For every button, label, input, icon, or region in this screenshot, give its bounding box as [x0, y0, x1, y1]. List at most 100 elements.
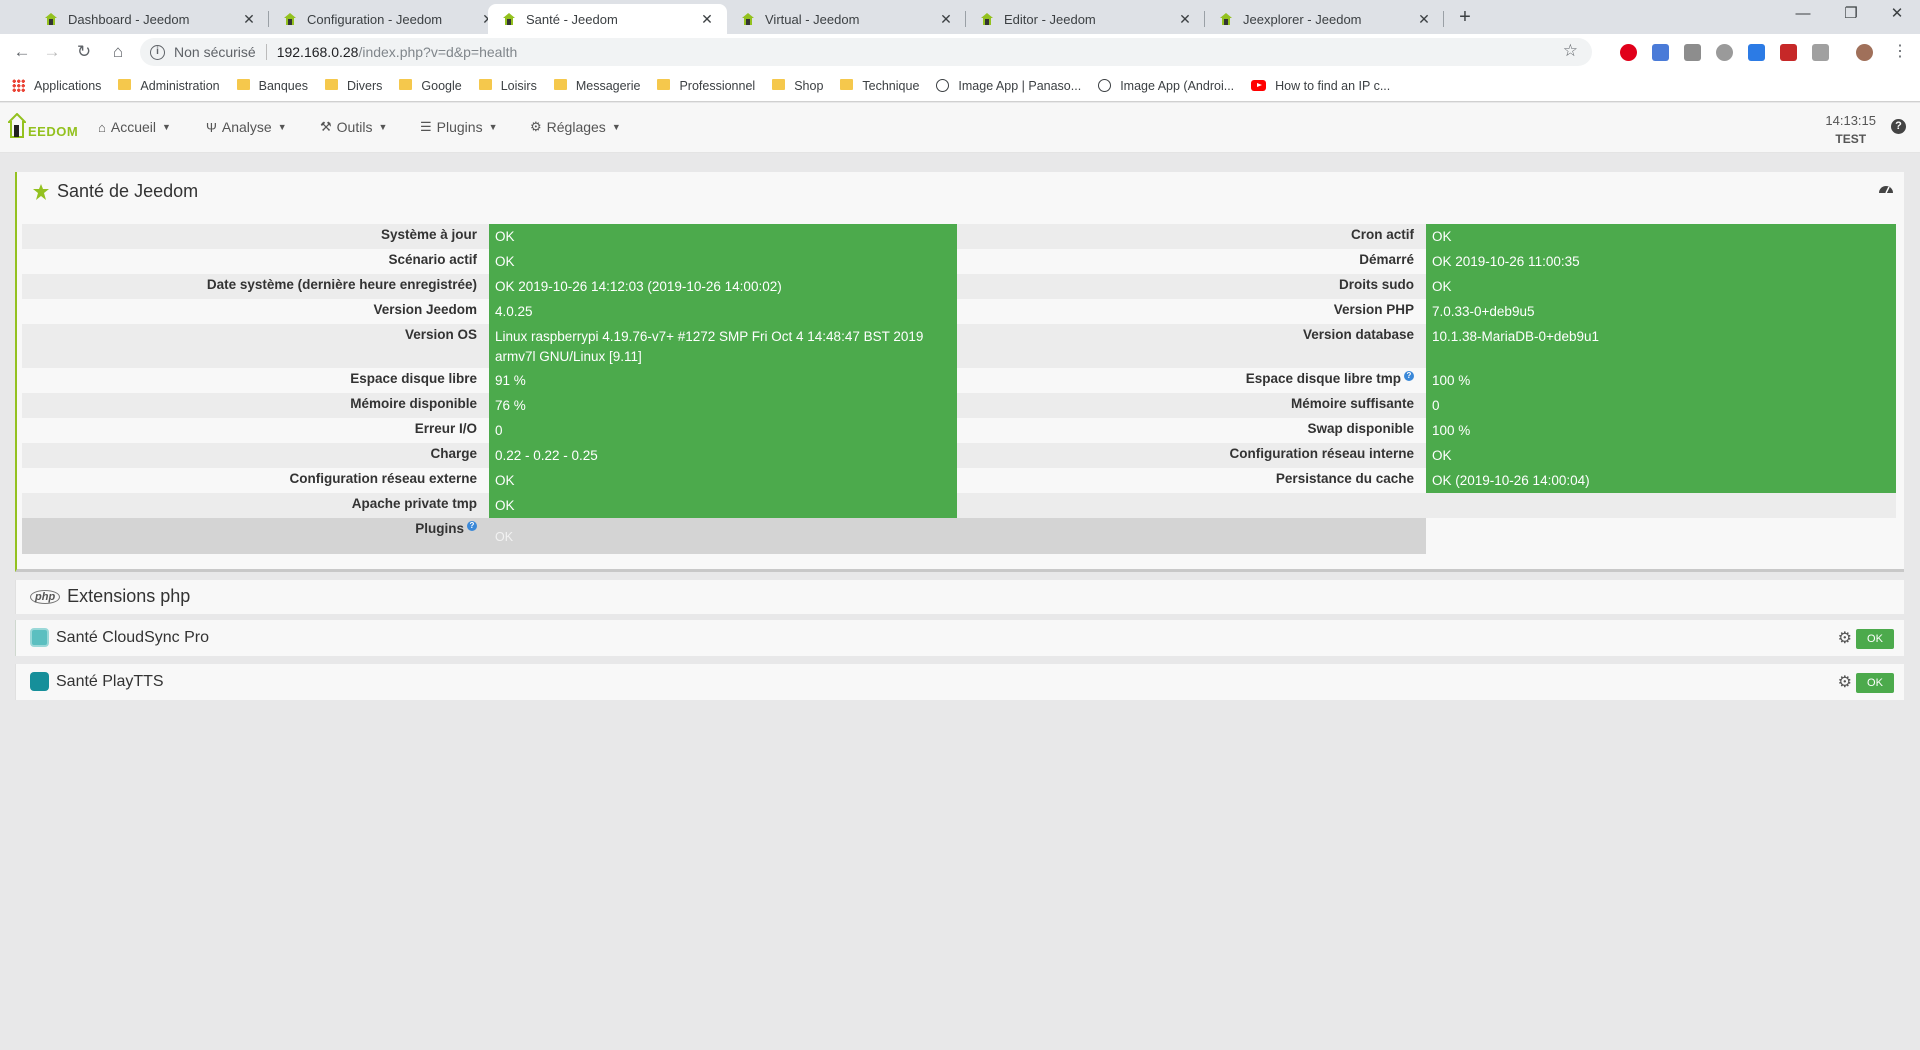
bookmark-folder[interactable]: Shop: [772, 79, 823, 93]
bookmark-label: Applications: [34, 78, 102, 93]
list-icon: ☰: [420, 119, 432, 134]
health-label: Persistance du cache: [1275, 471, 1414, 486]
bookmark-label: Administration: [140, 78, 220, 93]
health-label: Configuration réseau interne: [1229, 446, 1414, 461]
forward-arrow-icon[interactable]: →: [40, 40, 64, 64]
close-tab-icon[interactable]: ✕: [699, 11, 715, 28]
reload-icon[interactable]: ↻: [72, 40, 96, 64]
health-value: OK: [1432, 279, 1452, 294]
menu-label: Plugins: [436, 119, 483, 135]
health-value: OK: [1432, 229, 1452, 244]
help-question-icon[interactable]: ?: [467, 521, 477, 531]
site-info-icon[interactable]: i: [150, 44, 165, 60]
close-tab-icon[interactable]: ✕: [241, 11, 257, 28]
close-tab-icon[interactable]: ✕: [938, 11, 954, 28]
notification-extension-icon[interactable]: [1780, 44, 1797, 61]
health-label: Date système (dernière heure enregistrée…: [206, 277, 477, 292]
health-label: Démarré: [1359, 252, 1414, 267]
bookmark-folder[interactable]: Professionnel: [657, 79, 755, 93]
browser-tab-strip: Dashboard - Jeedom ✕ Configuration - Jee…: [0, 0, 1920, 34]
plugins-label-cell: Plugins?: [22, 521, 489, 536]
health-value: OK: [495, 254, 515, 269]
help-question-icon[interactable]: ?: [1404, 371, 1414, 381]
address-bar[interactable]: i Non sécurisé 192.168.0.28/index.php?v=…: [140, 38, 1592, 66]
youtube-icon: [1251, 80, 1267, 91]
browser-tab-active[interactable]: Santé - Jeedom ✕: [488, 4, 727, 34]
bookmark-label: Shop: [794, 78, 824, 93]
restore-window-icon[interactable]: ❐: [1828, 0, 1874, 30]
home-page-icon[interactable]: ⌂: [106, 40, 130, 64]
profile-avatar[interactable]: [1856, 44, 1873, 61]
health-label: Espace disque libre tmp: [1245, 371, 1401, 386]
cloud-extension-icon[interactable]: [1716, 44, 1733, 61]
opera-extension-icon[interactable]: [1620, 44, 1637, 61]
cogs-icon[interactable]: ⚙: [1838, 628, 1852, 648]
section-title: Santé PlayTTS: [56, 672, 164, 690]
health-value: 0: [1432, 398, 1440, 413]
bookmark-folder[interactable]: Divers: [324, 78, 383, 93]
health-label: Version Jeedom: [373, 302, 477, 317]
playtts-plugin-icon: [30, 672, 49, 691]
caret-down-icon: ▼: [611, 122, 621, 132]
browser-tab[interactable]: Configuration - Jeedom ✕: [269, 4, 508, 34]
browser-tab[interactable]: Editor - Jeedom ✕: [966, 4, 1205, 34]
health-label: Mémoire disponible: [350, 396, 477, 411]
translate-extension-icon[interactable]: [1652, 44, 1669, 61]
jeedom-logo[interactable]: EEDOM: [6, 111, 78, 145]
bookmark-folder[interactable]: Messagerie: [553, 78, 641, 93]
cloudsync-health-panel[interactable]: Santé CloudSync Pro ⚙ OK: [15, 620, 1904, 656]
cloudsync-header[interactable]: Santé CloudSync Pro: [30, 628, 209, 647]
bookmark-applications[interactable]: Applications: [12, 79, 101, 93]
health-label: Apache private tmp: [351, 496, 477, 511]
browser-tab[interactable]: Jeexplorer - Jeedom ✕: [1205, 4, 1444, 34]
bookmark-folder[interactable]: Google: [399, 78, 462, 93]
health-value: OK 2019-10-26 14:12:03 (2019-10-26 14:00…: [495, 279, 782, 294]
minimize-window-icon[interactable]: —: [1780, 0, 1826, 30]
playtts-header[interactable]: Santé PlayTTS: [30, 672, 164, 691]
bookmark-star-icon[interactable]: ☆: [1563, 41, 1578, 61]
health-value: OK: [1432, 448, 1452, 463]
health-panel-header[interactable]: Santé de Jeedom: [31, 181, 198, 202]
extension-icon[interactable]: [1684, 44, 1701, 61]
bookmark-label: Messagerie: [575, 78, 641, 93]
browser-tab[interactable]: Dashboard - Jeedom ✕: [30, 4, 269, 34]
back-arrow-icon[interactable]: ←: [10, 40, 34, 64]
cloudsync-plugin-icon: [30, 628, 49, 647]
php-extensions-header[interactable]: php Extensions php: [30, 586, 190, 607]
bookmark-folder[interactable]: Administration: [118, 78, 220, 93]
logo-text: EEDOM: [28, 124, 79, 139]
bookmark-label: Google: [421, 78, 462, 93]
close-tab-icon[interactable]: ✕: [1416, 11, 1432, 28]
browser-tab[interactable]: Virtual - Jeedom ✕: [727, 4, 966, 34]
help-icon[interactable]: ?: [1891, 119, 1906, 134]
dropbox-extension-icon[interactable]: [1748, 44, 1765, 61]
menu-reglages[interactable]: ⚙ Réglages ▼: [530, 119, 621, 135]
bookmark-folder[interactable]: Banques: [236, 79, 308, 93]
section-title: Santé CloudSync Pro: [56, 628, 209, 646]
browser-menu-icon[interactable]: ⋮: [1888, 40, 1912, 64]
close-tab-icon[interactable]: ✕: [1177, 11, 1193, 28]
menu-label: Réglages: [546, 119, 606, 135]
playtts-health-panel[interactable]: Santé PlayTTS ⚙ OK: [15, 664, 1904, 700]
bookmark-label: Divers: [346, 78, 383, 93]
close-window-icon[interactable]: ✕: [1874, 0, 1920, 30]
bookmark-link[interactable]: Image App | Panaso...: [936, 79, 1081, 93]
php-extensions-panel[interactable]: php Extensions php: [15, 580, 1904, 614]
cogs-icon[interactable]: ⚙: [1838, 672, 1852, 692]
health-label: Version database: [1302, 327, 1414, 342]
new-tab-plus-icon[interactable]: +: [1452, 6, 1478, 30]
menu-accueil[interactable]: ⌂ Accueil ▼: [98, 119, 171, 135]
health-label: Cron actif: [1350, 227, 1414, 242]
bookmark-link[interactable]: Image App (Androi...: [1098, 79, 1234, 93]
menu-plugins[interactable]: ☰ Plugins ▼: [420, 119, 498, 135]
bookmark-folder[interactable]: Loisirs: [478, 79, 537, 93]
tab-title: Jeexplorer - Jeedom: [1243, 11, 1362, 27]
health-label: Version PHP: [1333, 302, 1414, 317]
bookmark-link[interactable]: How to find an IP c...: [1251, 79, 1390, 93]
dashboard-gauge-icon[interactable]: [1878, 182, 1894, 194]
menu-outils[interactable]: ⚒ Outils ▼: [320, 119, 387, 135]
screen-extension-icon[interactable]: [1812, 44, 1829, 61]
health-label: Système à jour: [380, 227, 477, 242]
menu-analyse[interactable]: Ψ Analyse ▼: [206, 119, 287, 135]
bookmark-folder[interactable]: Technique: [840, 79, 919, 93]
